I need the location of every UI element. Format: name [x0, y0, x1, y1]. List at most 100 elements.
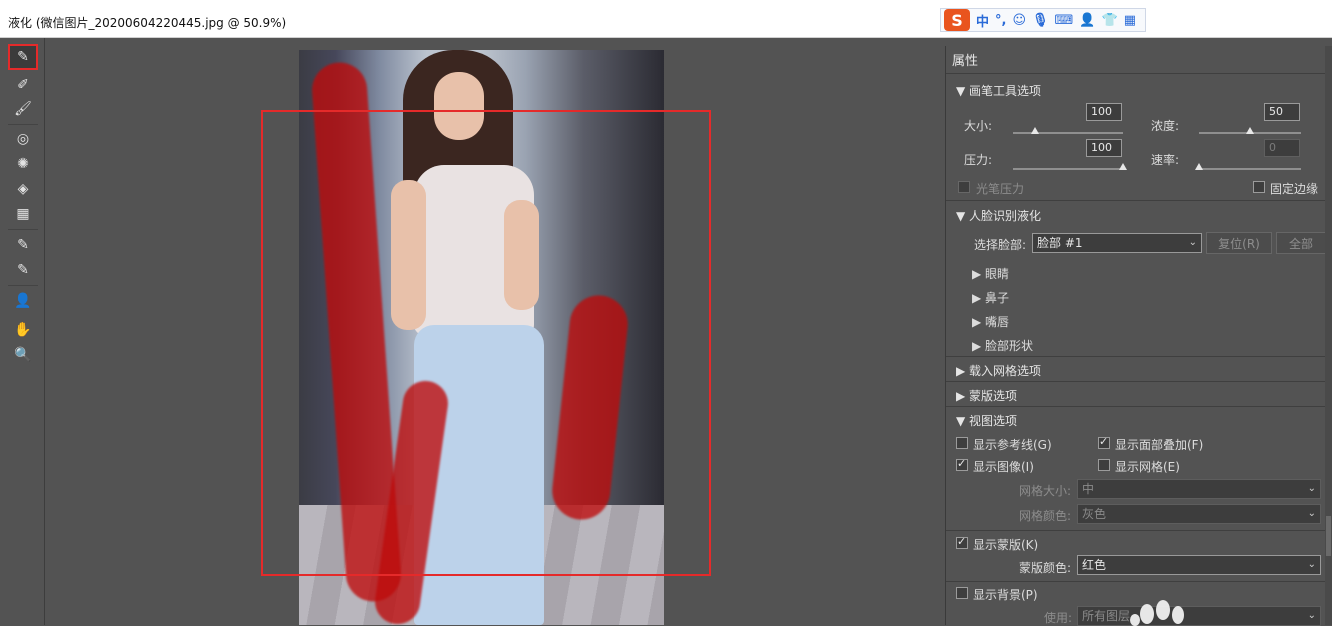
load-mesh-toggle[interactable]: ▶ 载入网格选项: [956, 362, 1041, 379]
forward-warp-tool-icon[interactable]: ✎: [8, 44, 38, 70]
window-titlebar: 液化 (微信图片_20200604220445.jpg @ 50.9%) S 中…: [0, 0, 1332, 38]
panel-scrollbar[interactable]: [1325, 46, 1332, 625]
mesh-size-dropdown[interactable]: 中 ⌄: [1077, 479, 1321, 499]
select-face-value: 脸部 #1: [1037, 236, 1083, 250]
liquify-toolbar: ✎ ✐ 🖌 ◎ ✺ ◈ ▦ ✎ ✎ 👤 ✋ 🔍: [0, 38, 45, 625]
ime-toolbox-icon[interactable]: ▦: [1124, 13, 1136, 28]
use-dropdown[interactable]: 所有图层 ⌄: [1077, 606, 1321, 626]
bloat-tool-icon[interactable]: ◈: [10, 178, 36, 200]
nose-toggle[interactable]: ▶ 鼻子: [972, 289, 1009, 306]
chevron-down-icon: ⌄: [1307, 508, 1316, 519]
pucker-tool-icon[interactable]: ✺: [10, 153, 36, 175]
ime-emoji-icon[interactable]: ☺: [1012, 13, 1026, 28]
show-backdrop-label: 显示背景(P): [973, 588, 1038, 602]
show-backdrop-checkbox[interactable]: [956, 587, 968, 599]
ime-voice-icon[interactable]: 🎙: [1032, 13, 1049, 28]
freeze-mask-tool-icon[interactable]: ✎: [10, 234, 36, 256]
scrollbar-thumb[interactable]: [1326, 516, 1331, 556]
show-image-checkbox[interactable]: [956, 457, 968, 471]
push-left-tool-icon[interactable]: ▦: [10, 203, 36, 225]
ime-toolbar[interactable]: S 中 °, ☺ 🎙 ⌨ 👤 👕 ▦: [940, 8, 1146, 32]
show-image-label: 显示图像(I): [973, 460, 1034, 474]
mouth-toggle[interactable]: ▶ 嘴唇: [972, 313, 1009, 330]
all-faces-button[interactable]: 全部: [1276, 232, 1326, 254]
twirl-tool-icon[interactable]: ◎: [10, 128, 36, 150]
density-slider-thumb[interactable]: [1246, 127, 1254, 134]
density-input[interactable]: 50: [1264, 103, 1300, 121]
size-slider-track[interactable]: [1013, 132, 1123, 134]
face-shape-toggle[interactable]: ▶ 脸部形状: [972, 337, 1033, 354]
rate-label: 速率:: [1151, 153, 1180, 167]
select-face-label: 选择脸部:: [974, 238, 1027, 252]
section-divider: [946, 356, 1332, 357]
show-mesh-checkbox[interactable]: [1098, 459, 1110, 471]
section-divider: [946, 200, 1332, 201]
canvas-area[interactable]: [45, 38, 935, 625]
pin-edges-checkbox[interactable]: [1253, 181, 1265, 193]
show-guides-label: 显示参考线(G): [973, 438, 1052, 452]
ime-user-icon[interactable]: 👤: [1079, 13, 1095, 28]
rate-slider-thumb[interactable]: [1195, 163, 1203, 170]
panel-header: 属性: [946, 46, 1332, 74]
size-input[interactable]: 100: [1086, 103, 1122, 121]
properties-panel: 属性 ▼ 画笔工具选项 大小: 100 浓度: 50 压力: 100 速率: 0…: [945, 46, 1332, 626]
section-divider: [946, 530, 1332, 531]
paw-watermark-icon: [1128, 600, 1198, 626]
section-divider: [946, 581, 1332, 582]
stylus-pressure-label: 光笔压力: [976, 182, 1025, 196]
show-face-overlay-checkbox[interactable]: [1098, 435, 1110, 449]
face-aware-toggle[interactable]: ▼ 人脸识别液化: [956, 207, 1041, 224]
smooth-tool-icon[interactable]: 🖌: [10, 98, 36, 120]
chevron-down-icon: ⌄: [1307, 483, 1316, 494]
size-label: 大小:: [964, 119, 993, 133]
stylus-pressure-checkbox[interactable]: [958, 181, 970, 193]
select-face-dropdown[interactable]: 脸部 #1 ⌄: [1032, 233, 1202, 253]
use-label: 使用:: [1044, 611, 1073, 625]
size-slider-thumb[interactable]: [1031, 127, 1039, 134]
ime-chinese-mode[interactable]: 中: [976, 11, 989, 30]
pressure-slider-thumb[interactable]: [1119, 163, 1127, 170]
toolbar-divider: [8, 229, 38, 230]
use-value: 所有图层: [1082, 609, 1131, 623]
reconstruct-tool-icon[interactable]: ✐: [10, 74, 36, 96]
chevron-down-icon: ⌄: [1188, 237, 1197, 248]
mask-options-toggle[interactable]: ▶ 蒙版选项: [956, 387, 1017, 404]
mesh-color-value: 灰色: [1082, 507, 1107, 521]
chevron-down-icon: ⌄: [1307, 559, 1316, 570]
view-options-toggle[interactable]: ▼ 视图选项: [956, 412, 1017, 429]
pressure-input[interactable]: 100: [1086, 139, 1122, 157]
reset-face-button[interactable]: 复位(R): [1206, 232, 1272, 254]
show-mask-label: 显示蒙版(K): [973, 538, 1039, 552]
mesh-color-label: 网格颜色:: [1019, 509, 1072, 523]
mask-color-dropdown[interactable]: 红色 ⌄: [1077, 555, 1321, 575]
ime-punctuation-icon[interactable]: °,: [995, 13, 1006, 28]
mask-color-label: 蒙版颜色:: [1019, 561, 1072, 575]
pressure-slider-track[interactable]: [1013, 168, 1123, 170]
mask-color-value: 红色: [1082, 558, 1107, 572]
mesh-color-dropdown[interactable]: 灰色 ⌄: [1077, 504, 1321, 524]
mesh-size-label: 网格大小:: [1019, 484, 1072, 498]
brush-options-toggle[interactable]: ▼ 画笔工具选项: [956, 82, 1041, 99]
toolbar-divider: [8, 124, 38, 125]
show-mask-checkbox[interactable]: [956, 535, 968, 549]
show-face-overlay-label: 显示面部叠加(F): [1115, 438, 1204, 452]
pressure-label: 压力:: [964, 153, 993, 167]
ime-keyboard-icon[interactable]: ⌨: [1055, 13, 1074, 28]
section-divider: [946, 381, 1332, 382]
rate-input[interactable]: 0: [1264, 139, 1300, 157]
section-divider: [946, 406, 1332, 407]
eyes-toggle[interactable]: ▶ 眼睛: [972, 265, 1009, 282]
toolbar-divider: [8, 285, 38, 286]
show-mesh-label: 显示网格(E): [1115, 460, 1180, 474]
hand-tool-icon[interactable]: ✋: [10, 319, 36, 341]
mesh-size-value: 中: [1082, 482, 1095, 496]
highlight-rectangle: [261, 110, 711, 576]
sogou-logo-icon[interactable]: S: [944, 9, 970, 31]
zoom-tool-icon[interactable]: 🔍: [10, 344, 36, 366]
face-tool-icon[interactable]: 👤: [10, 290, 36, 312]
ime-skin-icon[interactable]: 👕: [1102, 13, 1118, 28]
pin-edges-label: 固定边缘: [1270, 182, 1319, 196]
rate-slider-track[interactable]: [1199, 168, 1301, 170]
thaw-mask-tool-icon[interactable]: ✎: [10, 259, 36, 281]
show-guides-checkbox[interactable]: [956, 437, 968, 449]
